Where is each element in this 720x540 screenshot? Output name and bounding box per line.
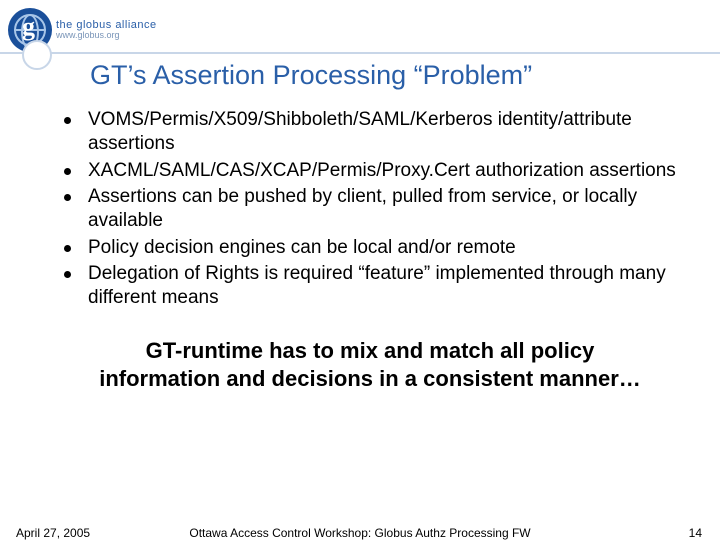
slide: g the globus alliance www.globus.org GT’… <box>0 0 720 540</box>
footer-page: 14 <box>689 526 702 540</box>
bullet-item: Policy decision engines can be local and… <box>60 236 680 260</box>
logo-text: the globus alliance www.globus.org <box>56 19 157 41</box>
bullet-list: VOMS/Permis/X509/Shibboleth/SAML/Kerbero… <box>60 108 680 311</box>
summary-text: GT-runtime has to mix and match all poli… <box>60 337 680 394</box>
bullet-item: VOMS/Permis/X509/Shibboleth/SAML/Kerbero… <box>60 108 680 157</box>
bullet-item: XACML/SAML/CAS/XCAP/Permis/Proxy.Cert au… <box>60 159 680 183</box>
bullet-item: Delegation of Rights is required “featur… <box>60 262 680 311</box>
header-divider <box>0 52 720 54</box>
logo-line2: www.globus.org <box>56 31 157 41</box>
footer-title: Ottawa Access Control Workshop: Globus A… <box>0 526 720 540</box>
globus-g-glyph: g <box>22 12 35 42</box>
bullet-item: Assertions can be pushed by client, pull… <box>60 185 680 234</box>
slide-title: GT’s Assertion Processing “Problem” <box>90 60 532 91</box>
slide-content: VOMS/Permis/X509/Shibboleth/SAML/Kerbero… <box>60 108 680 394</box>
